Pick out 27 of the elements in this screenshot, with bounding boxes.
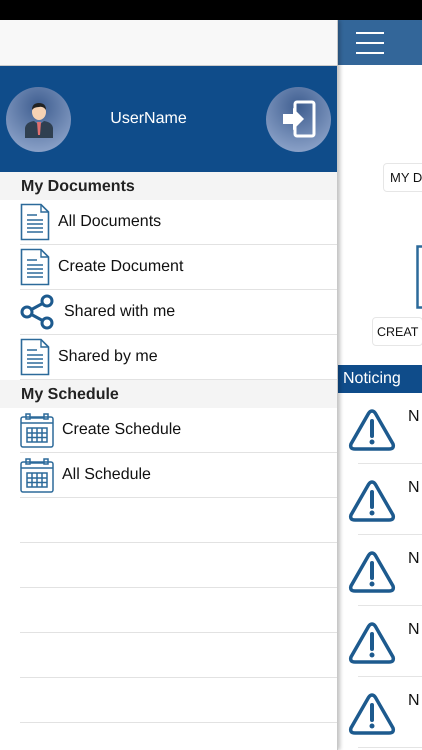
calendar-icon [20, 412, 54, 448]
menu-item[interactable]: Create Document [58, 258, 184, 276]
notice-text: N [408, 408, 420, 426]
warning-icon [348, 550, 396, 594]
noticing-header: Noticing [338, 365, 422, 393]
calendar-icon [20, 457, 54, 493]
menu-item[interactable]: Shared by me [58, 348, 158, 366]
section-header: My Documents [0, 172, 337, 200]
menu-item[interactable]: All Schedule [62, 466, 151, 484]
warning-icon [348, 692, 396, 736]
notice-text: N [408, 692, 420, 710]
menu-item[interactable]: Shared with me [64, 303, 176, 321]
logout-icon [280, 99, 316, 139]
section-header: My Schedule [0, 380, 337, 408]
menu-item[interactable]: All Documents [58, 213, 162, 231]
menu-icon[interactable] [356, 32, 384, 54]
notice-text: N [408, 621, 420, 639]
warning-icon [348, 408, 396, 452]
create-button[interactable]: CREAT [372, 317, 422, 346]
warning-icon [348, 479, 396, 523]
user-name: UserName [109, 110, 188, 128]
menu-item[interactable]: Create Schedule [62, 421, 182, 439]
share-icon [20, 294, 56, 330]
warning-icon [348, 621, 396, 665]
notice-text: N [408, 550, 420, 568]
notice-text: N [408, 479, 420, 497]
my-documents-button[interactable]: MY D [383, 163, 422, 192]
